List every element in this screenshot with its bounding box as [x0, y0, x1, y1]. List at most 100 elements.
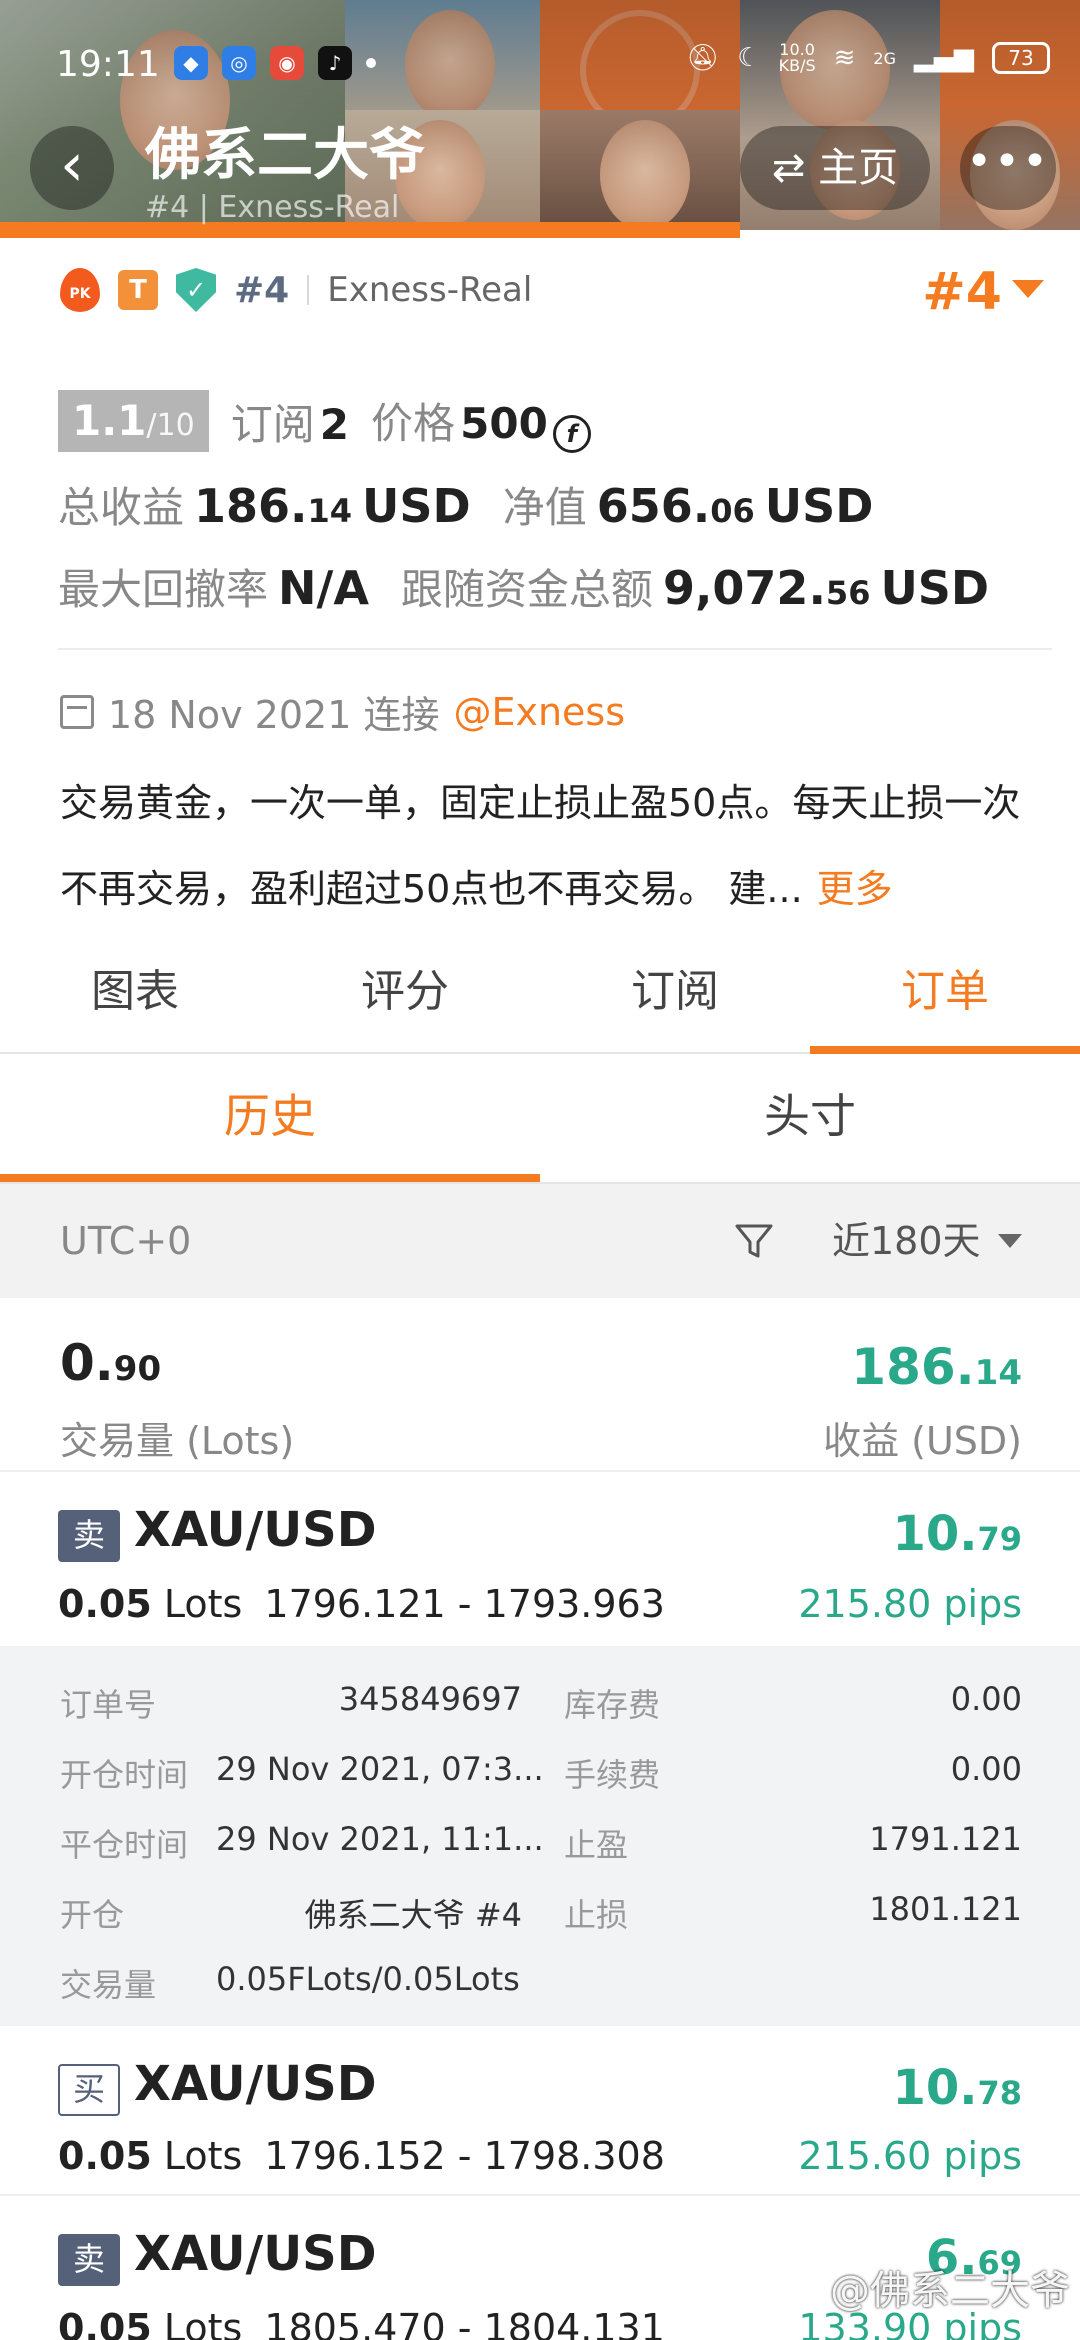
tab-rating[interactable]: 评分	[270, 930, 540, 1052]
take-profit-label: 止盈	[564, 1826, 629, 1864]
volume-label: 交易量	[60, 1966, 157, 2004]
order-lots-range: 0.05 Lots 1805.470 - 1804.131	[58, 2306, 665, 2340]
close-time-value: 29 Nov 2021, 11:1...	[216, 1820, 544, 1858]
order-pips: 215.60 pips	[798, 2134, 1022, 2178]
order-lots-range: 0.05 Lots 1796.152 - 1798.308	[58, 2134, 665, 2178]
home-button[interactable]: ⇄ 主页	[740, 126, 930, 210]
order-row[interactable]: 卖 XAU/USD 0.05 Lots 1796.121 - 1793.963 …	[0, 1472, 1080, 1646]
tab-orders[interactable]: 订单	[810, 930, 1080, 1054]
open-time-value: 29 Nov 2021, 07:3...	[216, 1750, 544, 1788]
android-app-icon: ◆	[174, 46, 208, 80]
tab-subscribe[interactable]: 订阅	[540, 930, 810, 1052]
total-profit-label: 收益 (USD)	[823, 1419, 1022, 1463]
side-buy-badge: 买	[58, 2064, 120, 2116]
page-title: 佛系二大爷	[145, 123, 425, 188]
connect-date-row: 18 Nov 2021 连接 @Exness	[60, 684, 625, 739]
notification-icons: ◆ ◎ ◉ ♪	[174, 46, 376, 80]
history-summary: 0.90 交易量 (Lots) 186.14 收益 (USD)	[0, 1298, 1080, 1472]
price-label: 价格	[371, 399, 456, 448]
subscribe-count: 2	[319, 399, 350, 449]
stop-loss-label: 止损	[564, 1896, 629, 1934]
side-sell-badge: 卖	[58, 1510, 120, 1562]
order-symbol: XAU/USD	[134, 2226, 377, 2282]
drawdown-value: N/A	[278, 561, 369, 615]
strategy-description: 交易黄金，一次一单，固定止损止盈50点。每天止损一次不再交易，盈利超过50点也不…	[60, 760, 1050, 932]
calendar-icon	[60, 694, 94, 729]
connect-date: 18 Nov 2021 连接	[108, 693, 440, 737]
volume-value: 0.05FLots/0.05Lots	[216, 1960, 520, 1998]
more-notifications-icon	[366, 58, 376, 68]
more-link[interactable]: 更多	[817, 867, 893, 911]
total-profit: 186.14	[851, 1338, 1022, 1396]
caret-down-icon[interactable]	[998, 1234, 1022, 1248]
divider	[307, 275, 310, 305]
total-lots-label: 交易量 (Lots)	[60, 1419, 295, 1463]
page-subtitle: #4 | Exness-Real	[145, 190, 400, 225]
more-menu-button[interactable]: •••	[960, 126, 1056, 210]
broker-link[interactable]: @Exness	[453, 690, 625, 734]
wifi-icon: ≋	[833, 43, 856, 73]
order-pips: 215.80 pips	[798, 1582, 1022, 1626]
equity-unit: USD	[764, 479, 874, 533]
rank-label: #4	[234, 269, 290, 311]
drawdown-label: 最大回撤率	[58, 565, 269, 614]
total-lots: 0.90	[60, 1334, 162, 1392]
status-bar: 19:11 ◆ ◎ ◉ ♪ 🔕︎ ☾ 10.0 KB/S ≋ 2G ▂▄▆ 73	[0, 0, 1080, 120]
t-badge-icon: T	[118, 270, 158, 310]
back-button[interactable]: ‹	[30, 126, 114, 210]
verified-shield-icon: ✓	[176, 268, 216, 312]
total-profit-value: 186.14	[194, 479, 353, 533]
tab-chart[interactable]: 图表	[0, 930, 270, 1052]
total-profit-unit: USD	[362, 479, 471, 533]
rank-selector[interactable]: #4	[922, 262, 1002, 322]
order-no-label: 订单号	[60, 1686, 157, 1724]
order-row[interactable]: 买 XAU/USD 0.05 Lots 1796.152 - 1798.308 …	[0, 2026, 1080, 2196]
profile-header: 19:11 ◆ ◎ ◉ ♪ 🔕︎ ☾ 10.0 KB/S ≋ 2G ▂▄▆ 73…	[0, 0, 1080, 238]
take-profit-value: 1791.121	[869, 1820, 1022, 1858]
caret-down-icon[interactable]	[1012, 280, 1044, 298]
badges-row: PK T ✓ #4 Exness-Real	[60, 268, 532, 312]
signal-label: 2G	[873, 48, 896, 68]
open-by-value: 佛系二大爷 #4	[304, 1896, 522, 1934]
pk-badge-icon: PK	[60, 268, 100, 312]
weibo-app-icon: ◉	[270, 46, 304, 80]
order-details: 订单号 345849697 库存费 0.00 开仓时间 29 Nov 2021,…	[0, 1646, 1080, 2026]
filter-icon[interactable]	[734, 1222, 774, 1262]
subtab-positions[interactable]: 头寸	[540, 1054, 1080, 1182]
score-denominator: /10	[146, 408, 195, 444]
mute-icon: 🔕︎	[686, 43, 720, 73]
score-badge: 1.1/10	[58, 390, 209, 453]
date-range-select[interactable]: 近180天	[832, 1184, 981, 1298]
open-time-label: 开仓时间	[60, 1756, 189, 1794]
order-profit: 10.78	[892, 2060, 1022, 2116]
order-lots-range: 0.05 Lots 1796.121 - 1793.963	[58, 1582, 665, 1626]
browser-app-icon: ◎	[222, 46, 256, 80]
total-profit-label: 总收益	[58, 483, 185, 532]
order-symbol: XAU/USD	[134, 2056, 377, 2112]
follow-funds-value: 9,072.56	[662, 561, 871, 615]
broker-name: Exness-Real	[327, 270, 533, 310]
swap-label: 库存费	[564, 1686, 661, 1724]
moon-icon: ☾	[737, 43, 761, 73]
order-profit: 10.79	[892, 1506, 1022, 1562]
chevron-left-icon: ‹	[60, 130, 84, 200]
tiktok-app-icon: ♪	[318, 46, 352, 80]
side-sell-badge: 卖	[58, 2234, 120, 2286]
main-tabs: 图表 评分 订阅 订单	[0, 930, 1080, 1054]
swap-value: 0.00	[950, 1680, 1022, 1718]
battery-icon: 73	[992, 42, 1050, 74]
signal-icon: ▂▄▆	[914, 43, 974, 73]
equity-label: 净值	[502, 483, 587, 532]
order-subtabs: 历史 头寸	[0, 1054, 1080, 1184]
divider	[58, 648, 1052, 650]
stop-loss-value: 1801.121	[869, 1890, 1022, 1928]
filter-bar: UTC+0 近180天	[0, 1184, 1080, 1298]
score-row: 1.1/10 订阅 2 价格 500 f	[58, 390, 591, 453]
subtab-history[interactable]: 历史	[0, 1054, 540, 1182]
fee-value: 0.00	[950, 1750, 1022, 1788]
status-time: 19:11	[56, 44, 160, 85]
order-no-value: 345849697	[338, 1680, 522, 1718]
drawdown-follow-row: 最大回撤率 N/A 跟随资金总额 9,072.56 USD	[58, 556, 989, 617]
coin-icon: f	[552, 414, 591, 453]
follow-funds-unit: USD	[880, 561, 990, 615]
